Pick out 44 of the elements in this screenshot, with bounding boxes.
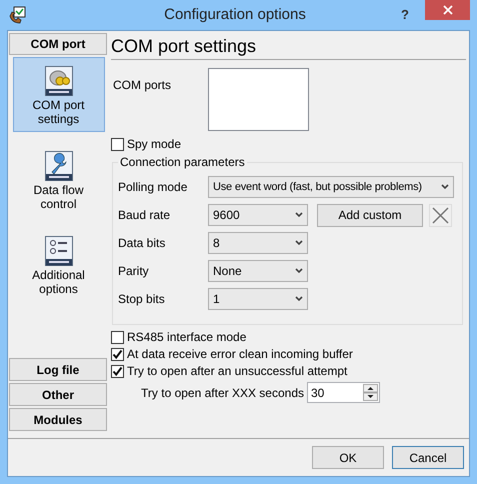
option-checkbox[interactable] bbox=[111, 348, 124, 360]
field-label: Baud rate bbox=[118, 207, 172, 224]
dropdown[interactable]: Use event word (fast, but possible problems) bbox=[208, 176, 454, 198]
window-title: Configuration options bbox=[164, 4, 306, 25]
spy-mode-label: Spy mode bbox=[127, 136, 182, 153]
sidebar-item[interactable]: Additional options bbox=[12, 227, 104, 302]
dropdown[interactable]: 8 bbox=[208, 232, 308, 254]
dialog-button[interactable]: Cancel bbox=[392, 446, 464, 469]
add-custom-button[interactable]: Add custom bbox=[317, 204, 423, 226]
sidebar-group-button[interactable]: COM port bbox=[9, 33, 107, 55]
sidebar-group-button[interactable]: Other bbox=[9, 383, 107, 406]
sidebar-item[interactable]: COM port settings bbox=[12, 57, 104, 132]
spin-arrows-icon[interactable] bbox=[363, 384, 378, 401]
com-ports-list[interactable] bbox=[208, 68, 309, 131]
dialog-button[interactable]: OK bbox=[312, 446, 384, 469]
field-label: Polling mode bbox=[118, 179, 188, 196]
option-label: RS485 interface mode bbox=[127, 329, 246, 346]
retry-label: Try to open after XXX seconds bbox=[140, 384, 305, 402]
clear-icon[interactable] bbox=[429, 204, 452, 226]
dropdown[interactable]: 9600 bbox=[208, 204, 308, 226]
dropdown[interactable]: 1 bbox=[208, 288, 308, 310]
spy-mode-checkbox[interactable] bbox=[111, 138, 124, 150]
close-button[interactable] bbox=[425, 0, 470, 20]
close-icon bbox=[442, 5, 452, 15]
list-icon bbox=[44, 236, 72, 266]
wrench-icon bbox=[44, 151, 72, 181]
sidebar-item[interactable]: Data flow control bbox=[12, 142, 104, 217]
com-ports-label: COM ports bbox=[113, 77, 172, 94]
option-label: At data receive error clean incoming buffer bbox=[127, 346, 353, 363]
option-checkbox[interactable] bbox=[111, 364, 124, 378]
plug-icon bbox=[44, 66, 72, 96]
dropdown[interactable]: None bbox=[208, 260, 308, 282]
app-phone-icon bbox=[9, 6, 27, 24]
field-label: Stop bits bbox=[118, 291, 166, 308]
page-heading: COM port settings bbox=[111, 37, 256, 55]
sidebar-group-button[interactable]: Modules bbox=[9, 408, 107, 431]
group-title: Connection parameters bbox=[118, 155, 247, 169]
field-label: Data bits bbox=[118, 235, 166, 252]
field-label: Parity bbox=[118, 263, 150, 280]
retry-spinbox[interactable]: 30 bbox=[307, 382, 380, 403]
option-checkbox[interactable] bbox=[111, 330, 124, 344]
option-label: Try to open after an unsuccessful attempt bbox=[127, 363, 348, 380]
sidebar-group-button[interactable]: Log file bbox=[9, 358, 107, 381]
help-button[interactable]: ? bbox=[393, 5, 417, 25]
